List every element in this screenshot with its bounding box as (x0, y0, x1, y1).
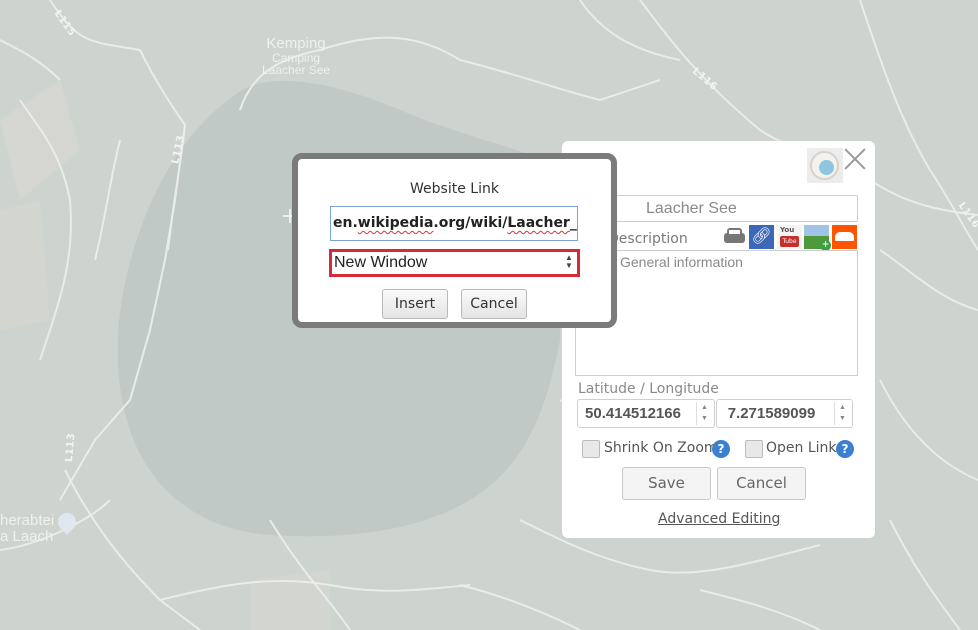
place-label-line: herabtei (0, 512, 55, 529)
longitude-spinner[interactable]: ▲ ▼ (834, 402, 850, 425)
image-add-icon[interactable]: + (804, 225, 831, 251)
advanced-editing-link[interactable]: Advanced Editing (658, 511, 780, 527)
longitude-value: 7.271589099 (727, 405, 816, 422)
url-input[interactable]: en.wikipedia.org/wiki/Laacher_See (330, 206, 578, 241)
car-icon[interactable] (722, 225, 747, 249)
cloud-shape (835, 232, 854, 241)
open-link-label: Open Link (766, 440, 837, 456)
place-label-line: Kemping (266, 35, 326, 52)
place-label-line: Laacher See (262, 63, 331, 78)
description-label: Description (608, 231, 688, 247)
car-body (724, 233, 745, 243)
link-glyph: 🔗︎ (751, 226, 772, 245)
longitude-input[interactable]: 7.271589099 ▲ ▼ (716, 399, 853, 428)
cancel-button[interactable]: Cancel (461, 289, 527, 319)
url-text: en. (333, 215, 358, 231)
place-label-line: a Laach (0, 527, 54, 545)
shrink-on-zoom-label: Shrink On Zoom (604, 440, 718, 456)
insert-button[interactable]: Insert (382, 289, 448, 319)
close-icon[interactable] (842, 146, 868, 172)
marker-title-input[interactable]: Laacher See (575, 195, 858, 222)
save-button[interactable]: Save (622, 467, 711, 500)
select-value: New Window (334, 254, 428, 271)
description-textarea[interactable]: General information (575, 250, 858, 376)
cancel-button[interactable]: Cancel (717, 467, 806, 500)
latitude-value: 50.414512166 (585, 405, 681, 422)
youtube-you: You (780, 226, 795, 234)
water-drop-icon (819, 160, 834, 175)
soundcloud-icon[interactable] (832, 225, 857, 249)
link-icon[interactable]: 🔗︎ (749, 225, 774, 249)
place-label-abbey[interactable]: herabtei a Laach (0, 513, 54, 545)
link-target-select[interactable]: New Window ▲ ▼ (329, 249, 580, 277)
marker-icon-button[interactable] (807, 148, 843, 183)
latitude-spinner[interactable]: ▲ ▼ (696, 402, 712, 425)
latlon-label: Latitude / Longitude (578, 381, 719, 397)
marker-circle-icon (810, 151, 839, 180)
open-link-checkbox[interactable] (745, 440, 763, 458)
shrink-on-zoom-checkbox[interactable] (582, 440, 600, 458)
url-text: _See (569, 215, 577, 231)
dialog-title: Website Link (410, 181, 499, 197)
select-arrows-icon: ▲ ▼ (565, 253, 573, 270)
youtube-tube: Tube (780, 236, 799, 247)
website-link-dialog: Website Link en.wikipedia.org/wiki/Laach… (292, 153, 617, 328)
youtube-icon[interactable]: You Tube (777, 225, 802, 249)
help-icon[interactable]: ? (712, 440, 730, 458)
url-text-misspelled: Laacher (507, 215, 570, 231)
help-icon[interactable]: ? (836, 440, 854, 458)
field (250, 570, 330, 630)
car-window (729, 230, 740, 234)
url-text-misspelled: wikipedia (357, 215, 434, 231)
place-label-kemping[interactable]: Kemping Camping Laacher See (262, 36, 330, 77)
latitude-input[interactable]: 50.414512166 ▲ ▼ (577, 399, 715, 428)
url-text: .org/wiki/ (433, 215, 508, 231)
